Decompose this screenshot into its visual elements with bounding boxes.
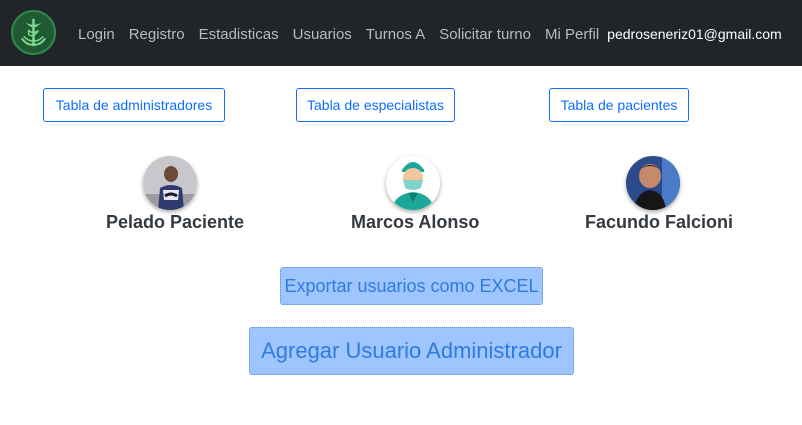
surgeon-avatar-icon[interactable] (386, 156, 440, 210)
admins-table-button[interactable]: Tabla de administradores (43, 88, 225, 122)
nav-mi-perfil[interactable]: Mi Perfil (545, 26, 599, 43)
user-avatar-photo[interactable] (143, 156, 197, 210)
user-avatar-photo[interactable] (626, 156, 680, 210)
patients-table-button[interactable]: Tabla de pacientes (549, 88, 689, 122)
nav-login[interactable]: Login (78, 26, 115, 43)
user-name: Marcos Alonso (351, 212, 480, 232)
specialists-table-button[interactable]: Tabla de especialistas (296, 88, 455, 122)
nav-links: Login Registro Estadisticas Usuarios Tur… (78, 24, 782, 44)
user-email: pedroseneriz01@gmail.com (607, 26, 782, 42)
caduceus-logo-icon[interactable] (10, 9, 57, 56)
export-excel-button[interactable]: Exportar usuarios como EXCEL (280, 267, 543, 305)
add-admin-user-button[interactable]: Agregar Usuario Administrador (249, 327, 574, 375)
user-name: Facundo Falcioni (585, 212, 734, 232)
top-navbar: Login Registro Estadisticas Usuarios Tur… (0, 0, 802, 66)
nav-registro[interactable]: Registro (129, 26, 185, 43)
nav-estadisticas[interactable]: Estadisticas (199, 26, 279, 43)
nav-turnos-a[interactable]: Turnos A (366, 26, 425, 43)
nav-usuarios[interactable]: Usuarios (293, 26, 352, 43)
nav-solicitar-turno[interactable]: Solicitar turno (439, 26, 531, 43)
user-name: Pelado Paciente (106, 212, 245, 232)
